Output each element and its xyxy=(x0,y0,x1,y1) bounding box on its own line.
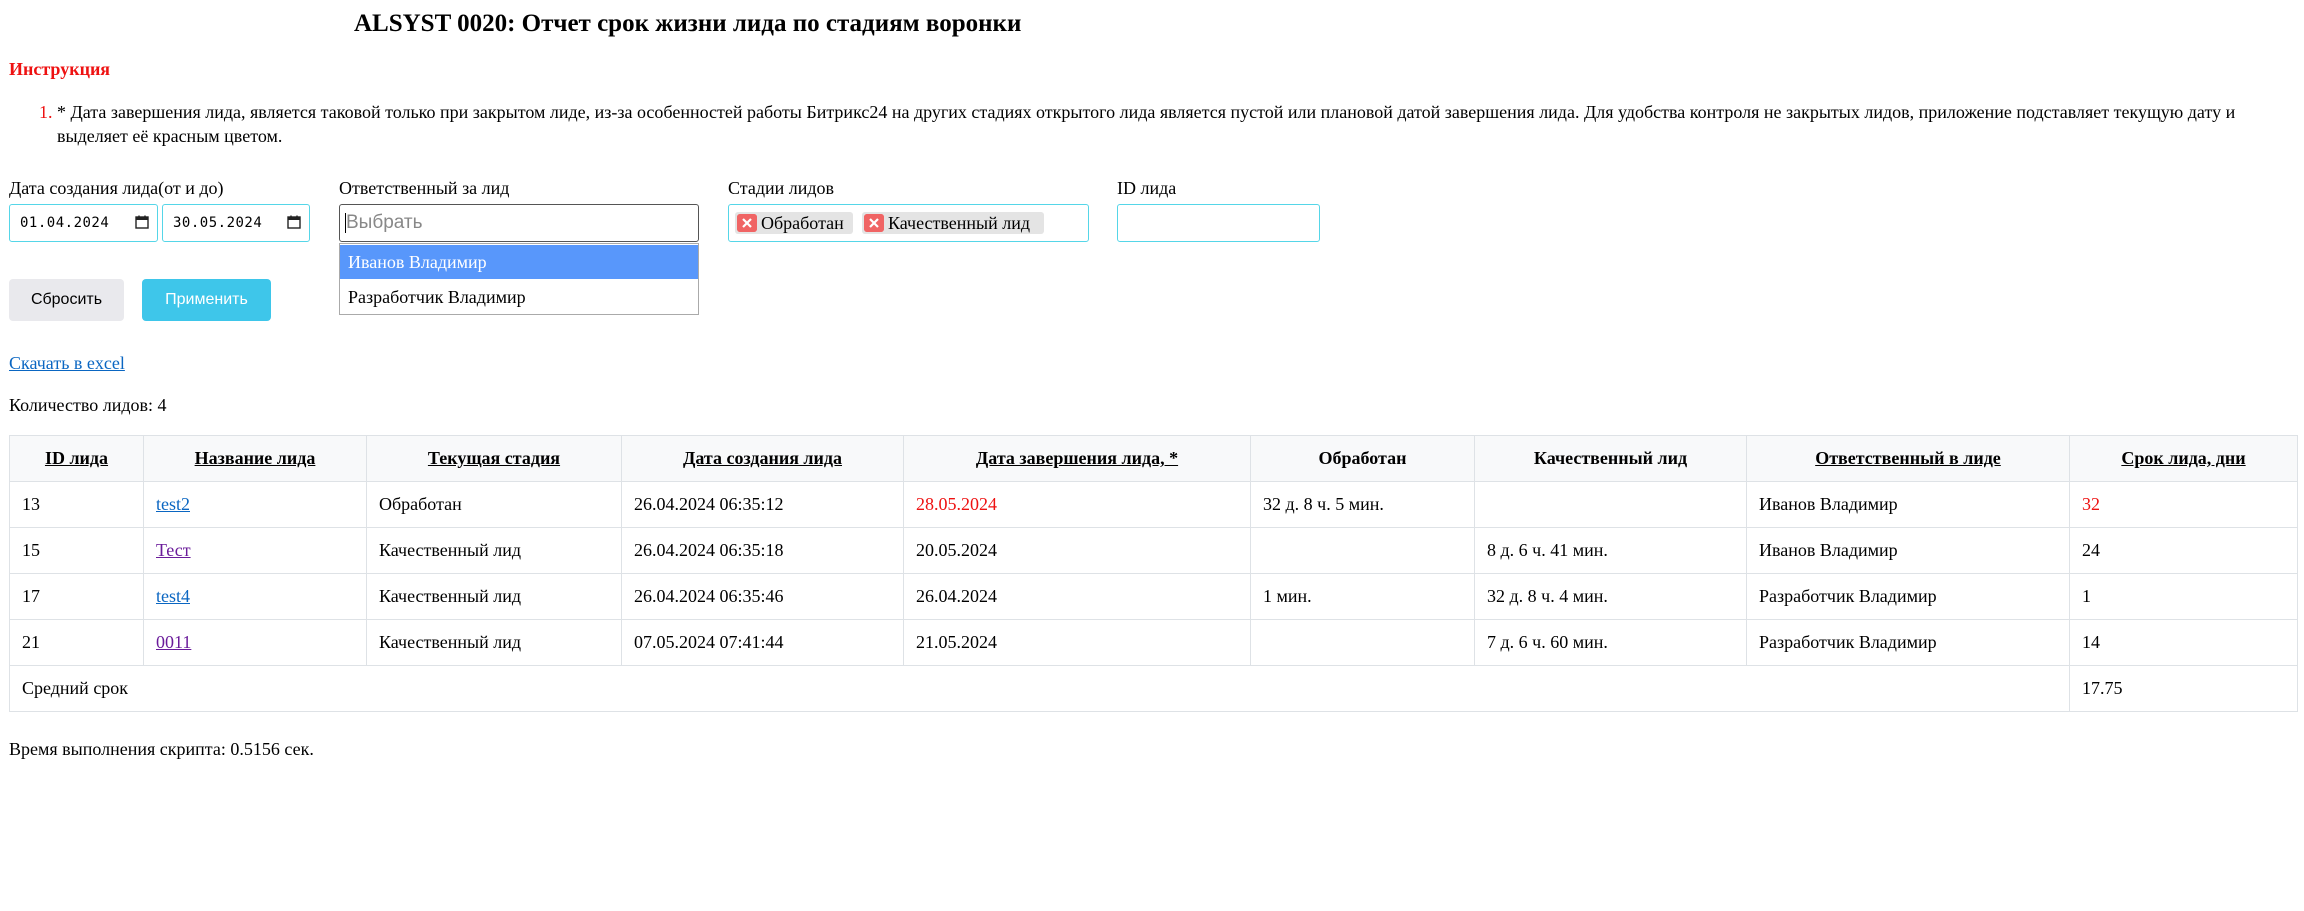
cell-lead-id: 17 xyxy=(9,573,144,620)
cell-lead-id: 21 xyxy=(9,619,144,666)
cell-responsible: Иванов Владимир xyxy=(1746,481,2070,528)
report-page: ALSYST 0020: Отчет срок жизни лида по ст… xyxy=(0,0,2304,911)
stage-tag-qualified: Качественный лид xyxy=(862,212,1044,234)
cell-lead-name: test4 xyxy=(143,573,367,620)
cell-current-stage: Качественный лид xyxy=(366,573,622,620)
date-to-input[interactable]: 30.05.2024 xyxy=(162,204,310,242)
dropdown-option-ivanov[interactable]: Иванов Владимир xyxy=(340,245,698,279)
column-header-lead-name[interactable]: Название лида xyxy=(143,435,367,482)
cell-lifetime-days: 1 xyxy=(2069,573,2298,620)
calendar-icon[interactable] xyxy=(287,215,301,229)
column-header-created-date[interactable]: Дата создания лида xyxy=(621,435,904,482)
cell-responsible: Разработчик Владимир xyxy=(1746,619,2070,666)
date-to-value: 30.05.2024 xyxy=(173,215,263,231)
cell-processed: 32 д. 8 ч. 5 мин. xyxy=(1250,481,1475,528)
cell-responsible: Иванов Владимир xyxy=(1746,527,2070,574)
cell-lead-name: Тест xyxy=(143,527,367,574)
average-label: Средний срок xyxy=(9,665,2070,712)
cell-lifetime-days: 14 xyxy=(2069,619,2298,666)
calendar-icon[interactable] xyxy=(135,215,149,229)
responsible-dropdown: Иванов Владимир Разработчик Владимир xyxy=(339,243,699,315)
stages-multiselect[interactable]: Обработан Качественный лид xyxy=(728,204,1089,242)
cell-lifetime-days: 24 xyxy=(2069,527,2298,574)
lead-name-link[interactable]: Тест xyxy=(156,540,191,560)
lead-id-filter-label: ID лида xyxy=(1117,178,1177,198)
download-excel-link[interactable]: Скачать в excel xyxy=(9,353,125,374)
cell-created-date: 26.04.2024 06:35:18 xyxy=(621,527,904,574)
stages-filter-label: Стадии лидов xyxy=(728,178,835,198)
instruction-item-text: * Дата завершения лида, является таковой… xyxy=(57,102,2236,146)
cell-created-date: 26.04.2024 06:35:12 xyxy=(621,481,904,528)
lead-name-link[interactable]: 0011 xyxy=(156,632,191,652)
reset-button[interactable]: Сбросить xyxy=(9,279,124,321)
table-row: 21 0011 Качественный лид 07.05.2024 07:4… xyxy=(9,619,2298,666)
table-row: 17 test4 Качественный лид 26.04.2024 06:… xyxy=(9,573,2298,620)
instruction-item-number: 1. xyxy=(39,102,53,122)
cell-created-date: 26.04.2024 06:35:46 xyxy=(621,573,904,620)
cell-responsible: Разработчик Владимир xyxy=(1746,573,2070,620)
cell-processed xyxy=(1250,527,1475,574)
responsible-placeholder: Выбрать xyxy=(346,212,423,233)
responsible-filter-label: Ответственный за лид xyxy=(339,178,510,198)
cell-processed: 1 мин. xyxy=(1250,573,1475,620)
date-from-value: 01.04.2024 xyxy=(20,215,110,231)
cell-closed-date: 26.04.2024 xyxy=(903,573,1251,620)
date-filter-label: Дата создания лида(от и до) xyxy=(9,178,224,198)
apply-button[interactable]: Применить xyxy=(142,279,271,321)
cell-current-stage: Качественный лид xyxy=(366,619,622,666)
cell-lead-name: test2 xyxy=(143,481,367,528)
table-header-row: ID лида Название лида Текущая стадия Дат… xyxy=(9,435,2298,482)
column-header-lifetime-days[interactable]: Срок лида, дни xyxy=(2069,435,2298,482)
lead-id-input[interactable] xyxy=(1117,204,1320,242)
stage-tag-label: Качественный лид xyxy=(888,213,1031,233)
cell-current-stage: Обработан xyxy=(366,481,622,528)
page-title: ALSYST 0020: Отчет срок жизни лида по ст… xyxy=(354,10,1022,37)
dropdown-option-developer[interactable]: Разработчик Владимир xyxy=(340,280,698,314)
cell-qualified: 7 д. 6 ч. 60 мин. xyxy=(1474,619,1747,666)
responsible-select[interactable]: Выбрать xyxy=(339,204,699,242)
column-header-closed-date[interactable]: Дата завершения лида, * xyxy=(903,435,1251,482)
lead-name-link[interactable]: test2 xyxy=(156,494,190,514)
average-value: 17.75 xyxy=(2069,665,2298,712)
table-footer-row: Средний срок 17.75 xyxy=(9,665,2298,712)
table-row: 13 test2 Обработан 26.04.2024 06:35:12 2… xyxy=(9,481,2298,528)
cell-qualified: 8 д. 6 ч. 41 мин. xyxy=(1474,527,1747,574)
cell-lead-name: 0011 xyxy=(143,619,367,666)
date-from-input[interactable]: 01.04.2024 xyxy=(9,204,158,242)
cell-closed-date: 20.05.2024 xyxy=(903,527,1251,574)
column-header-lead-id[interactable]: ID лида xyxy=(9,435,144,482)
lead-name-link[interactable]: test4 xyxy=(156,586,190,606)
stage-tag-label: Обработан xyxy=(761,213,844,233)
cell-current-stage: Качественный лид xyxy=(366,527,622,574)
lead-count: Количество лидов: 4 xyxy=(9,395,167,415)
cell-processed xyxy=(1250,619,1475,666)
exec-time: Время выполнения скрипта: 0.5156 сек. xyxy=(9,739,314,759)
cell-qualified xyxy=(1474,481,1747,528)
cell-qualified: 32 д. 8 ч. 4 мин. xyxy=(1474,573,1747,620)
stage-tag-processed: Обработан xyxy=(735,212,853,234)
table-row: 15 Тест Качественный лид 26.04.2024 06:3… xyxy=(9,527,2298,574)
cell-lead-id: 15 xyxy=(9,527,144,574)
column-header-current-stage[interactable]: Текущая стадия xyxy=(366,435,622,482)
leads-table: ID лида Название лида Текущая стадия Дат… xyxy=(9,435,2298,712)
cell-lifetime-days: 32 xyxy=(2069,481,2298,528)
remove-tag-icon[interactable] xyxy=(737,214,757,232)
column-header-qualified: Качественный лид xyxy=(1474,435,1747,482)
cell-created-date: 07.05.2024 07:41:44 xyxy=(621,619,904,666)
instruction-heading: Инструкция xyxy=(9,59,111,79)
cell-lead-id: 13 xyxy=(9,481,144,528)
cell-closed-date: 28.05.2024 xyxy=(903,481,1251,528)
column-header-processed: Обработан xyxy=(1250,435,1475,482)
column-header-responsible[interactable]: Ответственный в лиде xyxy=(1746,435,2070,482)
remove-tag-icon[interactable] xyxy=(864,214,884,232)
cell-closed-date: 21.05.2024 xyxy=(903,619,1251,666)
